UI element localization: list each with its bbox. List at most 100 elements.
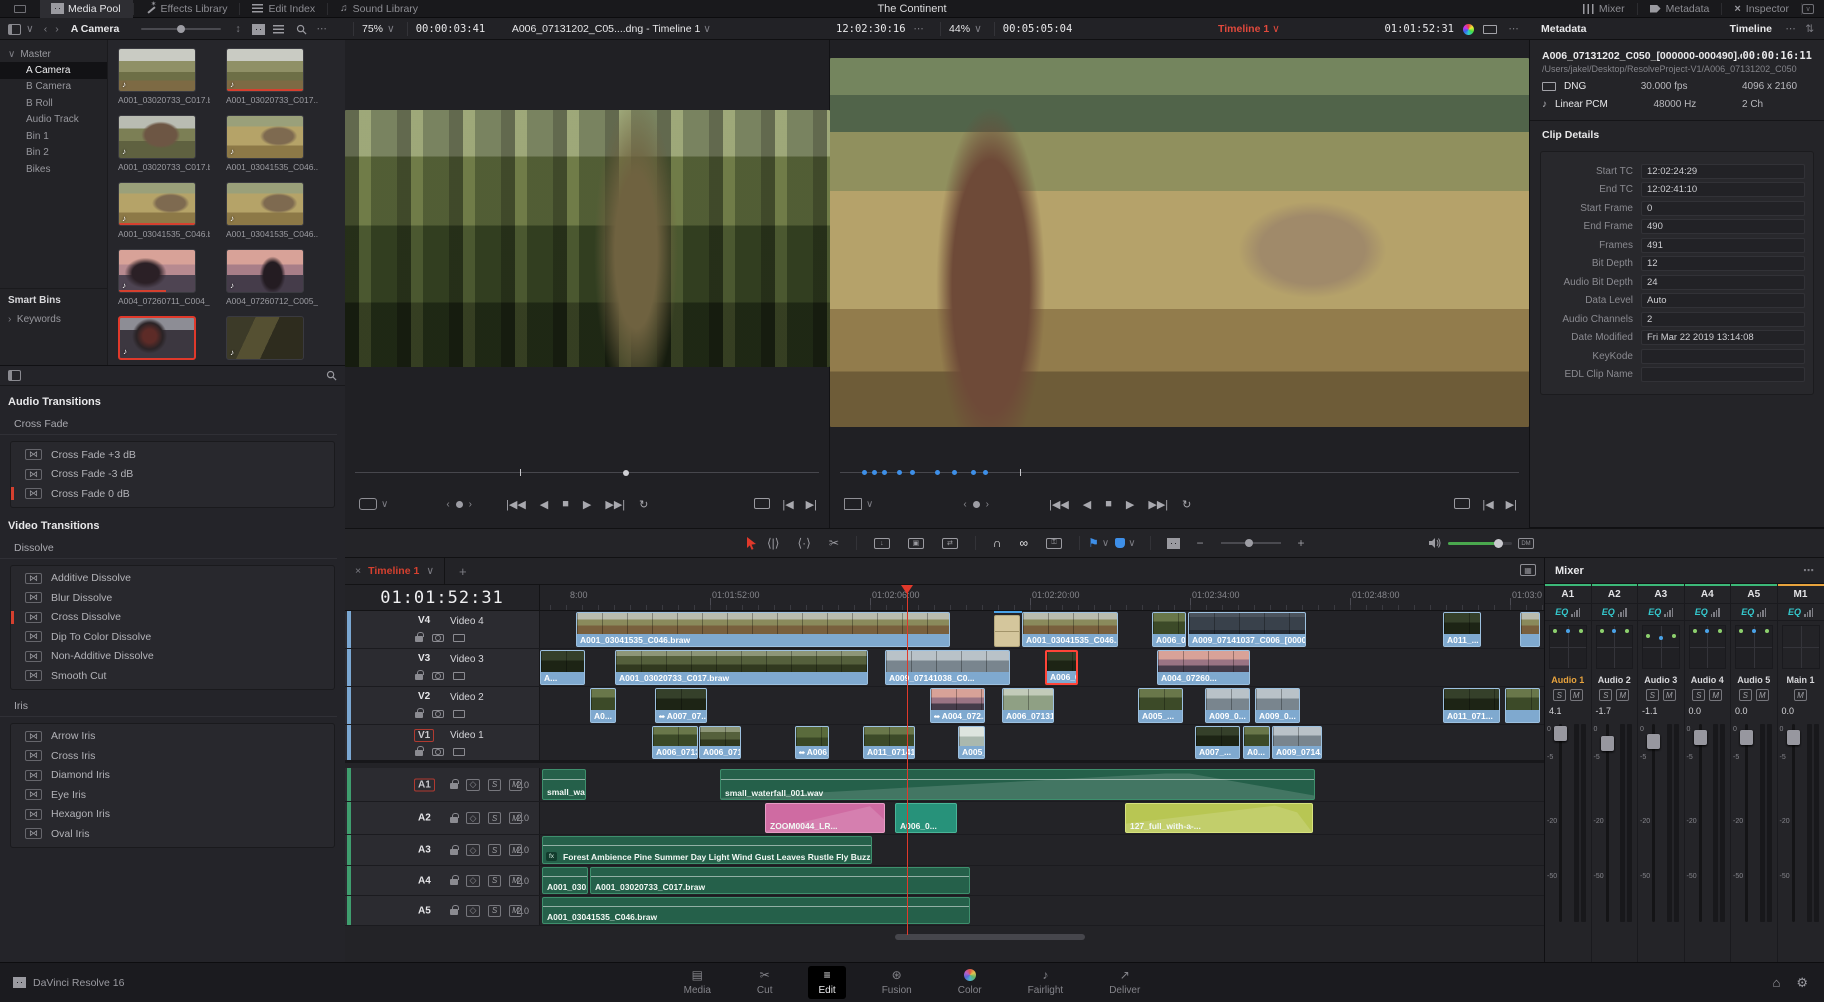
effect-eye-iris[interactable]: ⋈ Eye Iris	[11, 785, 334, 805]
eq-button[interactable]: EQ	[1684, 604, 1730, 621]
fader[interactable]: 0 -5 -20 -50	[1592, 718, 1638, 928]
fader-handle[interactable]	[1740, 730, 1753, 745]
timeline-clip[interactable]: A011_...	[1443, 612, 1481, 647]
fader[interactable]: 0 -5 -20 -50	[1545, 718, 1591, 928]
field-value[interactable]: 0	[1641, 200, 1805, 216]
go-to-end-button[interactable]: ▶▶|	[605, 498, 625, 511]
panel-toggle-icon[interactable]	[8, 23, 21, 35]
zoom-out-button[interactable]: −	[1197, 536, 1204, 550]
lock-icon[interactable]	[450, 812, 459, 823]
fader[interactable]: 0 -5 -20 -50	[1778, 718, 1824, 928]
effect-cross-dissolve[interactable]: ⋈ Cross Dissolve	[11, 608, 334, 628]
dissolve-group-label[interactable]: Dissolve	[0, 534, 337, 559]
effect-dip-to-color[interactable]: ⋈ Dip To Color Dissolve	[11, 627, 334, 647]
bin-master[interactable]: ∨ Master	[0, 46, 107, 62]
timeline-clip[interactable]	[1520, 612, 1540, 647]
play-button[interactable]: ▶	[1126, 498, 1134, 511]
media-pool-button[interactable]: Media Pool	[40, 0, 133, 18]
auto-select-icon[interactable]	[453, 671, 465, 680]
more-options-icon[interactable]: ⋯	[317, 23, 328, 35]
loop-button[interactable]: ↻	[1182, 498, 1191, 511]
panel-toggle-icon[interactable]	[8, 370, 21, 381]
pan-control[interactable]	[1595, 625, 1633, 669]
more-options-icon[interactable]: ⋯	[914, 23, 925, 35]
go-to-end-button[interactable]: ▶▶|	[1148, 498, 1168, 511]
mute-button[interactable]: M	[1662, 689, 1676, 701]
overwrite-clip-button[interactable]: ▣	[907, 537, 924, 549]
razor-tool[interactable]: ✂	[829, 536, 839, 550]
timeline-audio-clip[interactable]: small_wa... ∿	[542, 769, 586, 800]
fader-handle[interactable]	[1786, 730, 1800, 745]
inspector-button[interactable]: × Inspector	[1722, 0, 1801, 18]
lock-icon[interactable]	[415, 708, 424, 718]
search-icon[interactable]	[296, 24, 307, 35]
media-clip-thumbnail[interactable]: ♪	[226, 249, 304, 293]
search-icon[interactable]	[326, 370, 337, 381]
link-icon[interactable]: ◇	[466, 874, 480, 887]
timeline-clip[interactable]: A0...	[1243, 726, 1270, 759]
field-value[interactable]: 12	[1641, 256, 1805, 271]
loop-button[interactable]: ↻	[639, 498, 648, 511]
match-frame-out-icon[interactable]: ▶|	[806, 498, 817, 511]
solo-button[interactable]: S	[1738, 689, 1752, 701]
edit-index-button[interactable]: Edit Index	[240, 0, 327, 18]
solo-button[interactable]: S	[488, 812, 501, 824]
timeline-clip[interactable]: A006_0...	[1152, 612, 1186, 647]
chevron-down-icon[interactable]: ∨	[1128, 538, 1135, 549]
field-value[interactable]: Fri Mar 22 2019 13:14:08	[1641, 330, 1805, 345]
track-lane-v4[interactable]: A001_03041535_C046.braw A001_03041535_C0…	[540, 611, 1544, 648]
enable-video-icon[interactable]	[432, 709, 444, 718]
display-icon[interactable]	[1483, 24, 1497, 34]
more-options-icon[interactable]: ⋯	[1509, 23, 1520, 35]
lock-icon[interactable]	[450, 844, 459, 855]
scrub-playhead[interactable]	[623, 469, 629, 476]
play-button[interactable]: ▶	[583, 498, 591, 511]
fader[interactable]: 0 -5 -20 -50	[1638, 718, 1684, 928]
track-lane-v3[interactable]: A... A001_03020733_C017.braw A009_071410…	[540, 649, 1544, 686]
timeline-playhead[interactable]	[901, 585, 913, 935]
enable-video-icon[interactable]	[432, 671, 444, 680]
chevron-down-icon[interactable]: ∨	[1102, 538, 1109, 549]
timeline-ruler[interactable]: 8:00 01:01:52:00 01:02:06:00 01:02:20:00…	[540, 585, 1544, 611]
chevron-down-icon[interactable]: ∨	[426, 565, 434, 577]
bin-1[interactable]: Bin 1	[0, 128, 107, 145]
fader[interactable]: 0 -5 -20 -50	[1731, 718, 1777, 928]
page-edit[interactable]: ≡ Edit	[808, 966, 846, 999]
go-to-start-button[interactable]: |◀◀	[1049, 498, 1069, 511]
bin-bikes[interactable]: Bikes	[0, 161, 107, 178]
timeline-clip[interactable]: A009_0714...	[1272, 726, 1322, 759]
pan-control[interactable]	[1549, 625, 1587, 669]
monitor-volume-slider[interactable]	[1448, 538, 1512, 548]
auto-select-icon[interactable]	[453, 709, 465, 718]
bin-2[interactable]: Bin 2	[0, 145, 107, 162]
metadata-button[interactable]: Metadata	[1638, 0, 1722, 18]
media-clip-thumbnail[interactable]: ♪	[118, 249, 196, 293]
track-lane-a5[interactable]: A001_03041535_C046.braw	[540, 896, 1544, 925]
timeline-clip[interactable]: ∞A006_...	[795, 726, 829, 759]
source-zoom-level[interactable]: 75%	[362, 23, 383, 35]
stop-button[interactable]: ■	[1105, 498, 1112, 510]
replace-clip-button[interactable]: ⇄	[941, 537, 958, 549]
link-icon[interactable]: ◇	[466, 812, 480, 824]
effect-oval-iris[interactable]: ⋈ Oval Iris	[11, 824, 334, 844]
thumb-size-slider[interactable]	[141, 25, 222, 33]
timeline-tab[interactable]: × Timeline 1 ∨	[345, 558, 445, 585]
mute-button[interactable]: M	[1755, 689, 1769, 701]
mark-in-icon[interactable]	[754, 497, 771, 509]
chevron-down-icon[interactable]: ∨	[387, 23, 395, 35]
match-frame-out-icon[interactable]: ▶|	[1506, 498, 1517, 511]
track-header-a1[interactable]: A1 ◇ S M 2.0	[345, 768, 540, 801]
viewfinder-icon[interactable]	[844, 498, 862, 510]
window-layout-icon[interactable]: ∨	[1802, 3, 1814, 14]
fader-handle[interactable]	[1600, 736, 1614, 751]
timeline-clip[interactable]: A005_...	[1138, 688, 1183, 723]
media-clip-thumbnail[interactable]: ♪	[226, 48, 304, 92]
bin-a-camera[interactable]: A Camera	[0, 62, 107, 79]
page-media[interactable]: ▤ Media	[674, 966, 721, 999]
page-cut[interactable]: ✂ Cut	[747, 966, 783, 999]
insert-clip-button[interactable]: ↓	[873, 537, 890, 549]
field-value[interactable]: 491	[1641, 237, 1805, 253]
media-clip-thumbnail[interactable]: ♪	[118, 48, 196, 92]
timeline-audio-clip[interactable]: A001_03041535_C046.braw	[542, 897, 970, 924]
track-header-a5[interactable]: A5 ◇ S M 2.0	[345, 896, 540, 925]
